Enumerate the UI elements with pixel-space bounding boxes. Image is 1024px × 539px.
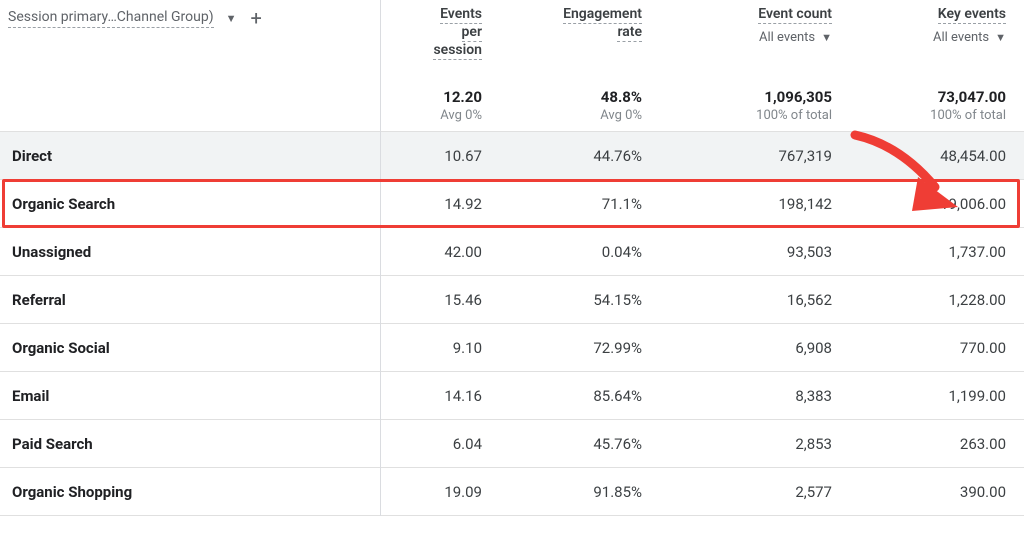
column-divider bbox=[380, 0, 381, 516]
metric-header-1[interactable]: Engagementrate bbox=[500, 0, 660, 66]
row-metric-cell: 263.00 bbox=[850, 420, 1024, 468]
table-row[interactable]: Referral15.4654.15%16,5621,228.00 bbox=[0, 276, 1024, 324]
row-metric-cell: 10.67 bbox=[380, 132, 500, 180]
metric-header-2[interactable]: Event count All events▼ bbox=[660, 0, 850, 66]
dimension-header[interactable]: Session primary…Channel Group) ▼ + bbox=[0, 0, 380, 66]
row-metric-cell: 91.85% bbox=[500, 468, 660, 516]
table-row[interactable]: Unassigned42.000.04%93,5031,737.00 bbox=[0, 228, 1024, 276]
row-metric-cell: 1,737.00 bbox=[850, 228, 1024, 276]
row-metric-cell: 48,454.00 bbox=[850, 132, 1024, 180]
summary-cell: 12.20 Avg 0% bbox=[380, 66, 500, 132]
table-row[interactable]: Organic Search14.9271.1%198,14219,006.00 bbox=[0, 180, 1024, 228]
table-row[interactable]: Organic Social9.1072.99%6,908770.00 bbox=[0, 324, 1024, 372]
metric-header-label: session bbox=[433, 42, 482, 60]
row-metric-cell: 71.1% bbox=[500, 180, 660, 228]
summary-note: 100% of total bbox=[666, 108, 832, 123]
row-metric-cell: 93,503 bbox=[660, 228, 850, 276]
summary-dim-cell bbox=[0, 66, 380, 132]
row-metric-cell: 16,562 bbox=[660, 276, 850, 324]
row-metric-cell: 6,908 bbox=[660, 324, 850, 372]
summary-note: 100% of total bbox=[856, 108, 1006, 123]
row-metric-cell: 85.64% bbox=[500, 372, 660, 420]
metric-filter-dropdown[interactable]: All events▼ bbox=[666, 30, 832, 45]
row-metric-cell: 0.04% bbox=[500, 228, 660, 276]
row-dimension[interactable]: Organic Shopping bbox=[0, 468, 380, 516]
summary-value: 12.20 bbox=[386, 88, 482, 106]
row-metric-cell: 2,853 bbox=[660, 420, 850, 468]
chevron-down-icon[interactable]: ▼ bbox=[226, 12, 237, 25]
row-metric-cell: 6.04 bbox=[380, 420, 500, 468]
row-metric-cell: 390.00 bbox=[850, 468, 1024, 516]
row-metric-cell: 8,383 bbox=[660, 372, 850, 420]
table-row[interactable]: Email14.1685.64%8,3831,199.00 bbox=[0, 372, 1024, 420]
metric-header-label: Key events bbox=[938, 6, 1006, 24]
row-metric-cell: 44.76% bbox=[500, 132, 660, 180]
row-metric-cell: 198,142 bbox=[660, 180, 850, 228]
metric-header-label: per bbox=[462, 24, 482, 42]
row-metric-cell: 19.09 bbox=[380, 468, 500, 516]
row-metric-cell: 1,228.00 bbox=[850, 276, 1024, 324]
table-row[interactable]: Direct10.6744.76%767,31948,454.00 bbox=[0, 132, 1024, 180]
row-metric-cell: 14.92 bbox=[380, 180, 500, 228]
dimension-label[interactable]: Session primary…Channel Group) bbox=[8, 9, 214, 28]
metric-header-label: Events bbox=[440, 6, 482, 24]
row-metric-cell: 15.46 bbox=[380, 276, 500, 324]
summary-value: 48.8% bbox=[506, 88, 642, 106]
metric-header-0[interactable]: Eventspersession bbox=[380, 0, 500, 66]
metric-header-label: Event count bbox=[758, 6, 832, 24]
row-metric-cell: 45.76% bbox=[500, 420, 660, 468]
summary-cell: 48.8% Avg 0% bbox=[500, 66, 660, 132]
metric-filter-dropdown[interactable]: All events▼ bbox=[856, 30, 1006, 45]
row-metric-cell: 42.00 bbox=[380, 228, 500, 276]
chevron-down-icon: ▼ bbox=[821, 31, 832, 44]
row-metric-cell: 770.00 bbox=[850, 324, 1024, 372]
row-metric-cell: 2,577 bbox=[660, 468, 850, 516]
row-metric-cell: 72.99% bbox=[500, 324, 660, 372]
chevron-down-icon: ▼ bbox=[995, 31, 1006, 44]
summary-note: Avg 0% bbox=[506, 108, 642, 123]
summary-value: 1,096,305 bbox=[666, 88, 832, 106]
metric-header-label: Engagement bbox=[563, 6, 642, 24]
table-row[interactable]: Organic Shopping19.0991.85%2,577390.00 bbox=[0, 468, 1024, 516]
header-row: Session primary…Channel Group) ▼ + Event… bbox=[0, 0, 1024, 66]
row-dimension[interactable]: Paid Search bbox=[0, 420, 380, 468]
summary-row: 12.20 Avg 0% 48.8% Avg 0% 1,096,305 100% of t… bbox=[0, 66, 1024, 132]
row-metric-cell: 14.16 bbox=[380, 372, 500, 420]
summary-cell: 1,096,305 100% of total bbox=[660, 66, 850, 132]
row-dimension[interactable]: Organic Social bbox=[0, 324, 380, 372]
row-metric-cell: 1,199.00 bbox=[850, 372, 1024, 420]
row-dimension[interactable]: Direct bbox=[0, 132, 380, 180]
summary-cell: 73,047.00 100% of total bbox=[850, 66, 1024, 132]
row-dimension[interactable]: Referral bbox=[0, 276, 380, 324]
summary-value: 73,047.00 bbox=[856, 88, 1006, 106]
row-metric-cell: 54.15% bbox=[500, 276, 660, 324]
row-metric-cell: 9.10 bbox=[380, 324, 500, 372]
row-metric-cell: 19,006.00 bbox=[850, 180, 1024, 228]
summary-note: Avg 0% bbox=[386, 108, 482, 123]
row-dimension[interactable]: Email bbox=[0, 372, 380, 420]
row-dimension[interactable]: Unassigned bbox=[0, 228, 380, 276]
row-dimension[interactable]: Organic Search bbox=[0, 180, 380, 228]
metric-header-label: rate bbox=[617, 24, 642, 42]
add-dimension-button[interactable]: + bbox=[246, 8, 265, 28]
metric-header-3[interactable]: Key events All events▼ bbox=[850, 0, 1024, 66]
row-metric-cell: 767,319 bbox=[660, 132, 850, 180]
report-table-wrap: Session primary…Channel Group) ▼ + Event… bbox=[0, 0, 1024, 516]
table-row[interactable]: Paid Search6.0445.76%2,853263.00 bbox=[0, 420, 1024, 468]
report-table: Session primary…Channel Group) ▼ + Event… bbox=[0, 0, 1024, 516]
